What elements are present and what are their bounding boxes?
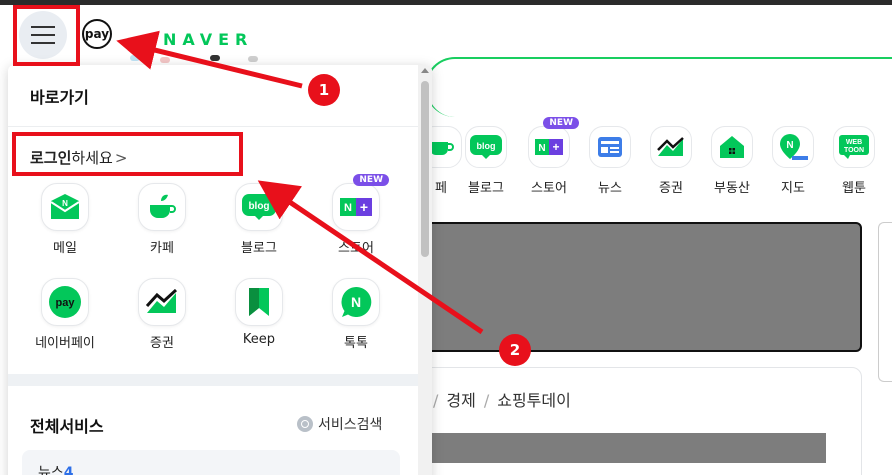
arrow-to-menu xyxy=(116,30,303,89)
arrow-to-login xyxy=(257,180,484,335)
annotation-marker-1: 1 xyxy=(308,74,340,106)
annotation-arrows xyxy=(116,30,484,335)
annotation-marker-2: 2 xyxy=(499,334,531,366)
screenshot: pay NAVER 페 blog 블로그 N + NEW 스토어 뉴스 증권 부… xyxy=(0,0,892,475)
